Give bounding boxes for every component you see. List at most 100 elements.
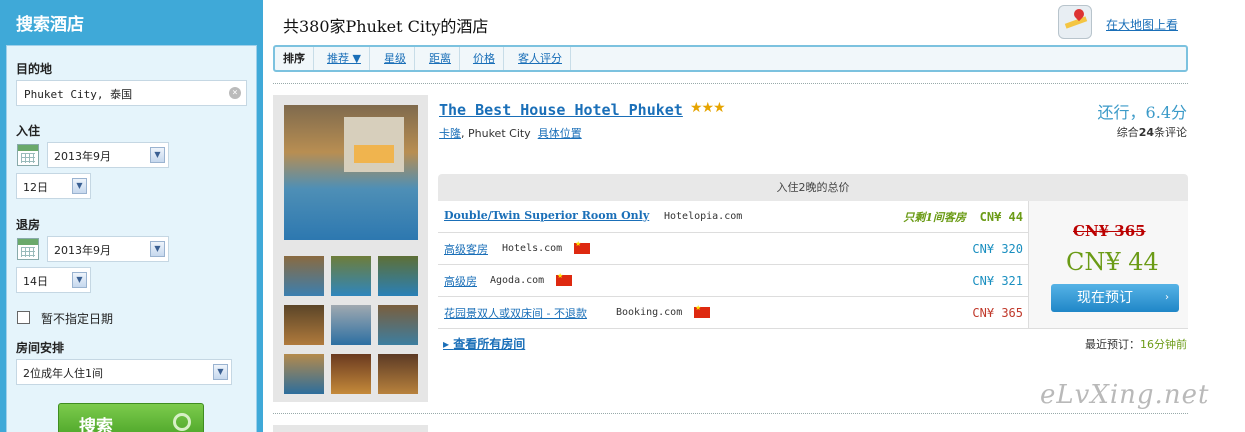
reviews-prefix: 综合 <box>1116 126 1139 139</box>
hotel-name-link[interactable]: The Best House Hotel Phuket <box>439 101 683 119</box>
room-price[interactable]: CN¥ 320 <box>972 242 1023 256</box>
search-button-label: 搜索 <box>79 417 113 432</box>
search-icon <box>173 413 191 431</box>
china-flag-icon <box>694 304 710 318</box>
price-table-header: 入住2晚的总价 <box>438 174 1188 201</box>
chevron-down-icon: ▼ <box>150 241 165 257</box>
hotel-thumbnail[interactable] <box>378 354 418 394</box>
best-price-box: CN¥ 365 CN¥ 44 现在预订 › <box>1028 201 1188 329</box>
room-price[interactable]: CN¥ 321 <box>972 274 1023 288</box>
sort-bar: 排序 推荐 ▼ 星级 距离 价格 客人评分 <box>273 45 1188 72</box>
price-row[interactable]: 高级客房 Hotels.com CN¥ 320 <box>438 233 1028 265</box>
sort-label: 排序 <box>275 47 314 70</box>
recent-booking: 最近预订：16分钟前 <box>1085 336 1187 352</box>
checkin-day-value: 12日 <box>23 181 48 194</box>
rooms-select[interactable]: 2位成年人住1间 ▼ <box>16 359 232 385</box>
rooms-label: 房间安排 <box>16 341 65 355</box>
area-link[interactable]: 卡隆 <box>439 127 461 140</box>
checkout-month-select[interactable]: 2013年9月 ▼ <box>47 236 169 262</box>
room-name-link[interactable]: 高级房 <box>444 273 477 289</box>
hotel-thumbnail[interactable] <box>378 256 418 296</box>
provider-name: Agoda.com <box>490 275 545 286</box>
sort-stars[interactable]: 星级 <box>376 47 415 70</box>
sidebar-title: 搜索酒店 <box>16 15 84 35</box>
search-sidebar: 搜索酒店 目的地 Phuket City, 泰国 × 入住 2013年9月 ▼ … <box>0 0 263 432</box>
no-dates-label: 暂不指定日期 <box>41 312 114 326</box>
clear-icon[interactable]: × <box>229 87 241 99</box>
hotel-thumbnail[interactable] <box>378 305 418 345</box>
provider-name: Hotels.com <box>502 243 563 254</box>
hotel-thumbnail[interactable] <box>331 354 371 394</box>
view-all-rooms-link[interactable]: ▸ 查看所有房间 <box>443 335 525 352</box>
page-title: 共380家Phuket City的酒店 <box>283 17 489 36</box>
reviews-number: 24 <box>1138 126 1154 139</box>
checkin-day-select[interactable]: 12日 ▼ <box>16 173 91 199</box>
hotel-main-photo[interactable] <box>284 105 418 240</box>
book-now-label: 现在预订 <box>1077 290 1133 306</box>
checkout-day-value: 14日 <box>23 275 48 288</box>
rooms-left-note: 只剩1间客房 <box>903 211 966 224</box>
rooms-value: 2位成年人住1间 <box>23 367 103 380</box>
book-now-button[interactable]: 现在预订 › <box>1051 284 1179 312</box>
hotel-thumbnail[interactable] <box>331 305 371 345</box>
chevron-down-icon: ▼ <box>72 272 87 288</box>
next-hotel-card <box>273 425 428 432</box>
watermark: eLvXing.net <box>1040 380 1210 410</box>
hotel-thumbnail[interactable] <box>284 354 324 394</box>
review-count: 综合24条评论 <box>1117 124 1187 140</box>
recent-label: 最近预订： <box>1085 338 1140 351</box>
checkin-label: 入住 <box>16 124 41 138</box>
hotel-location: 卡隆, Phuket City 具体位置 <box>439 127 582 140</box>
hotel-thumbnail[interactable] <box>284 256 324 296</box>
divider <box>273 83 1188 84</box>
hotel-photos <box>273 95 428 402</box>
search-button[interactable]: 搜索 <box>58 403 204 432</box>
chevron-down-icon: ▼ <box>150 147 165 163</box>
star-rating: ★★★ <box>690 100 726 116</box>
reviews-suffix: 条评论 <box>1154 126 1187 139</box>
chevron-right-icon: › <box>1165 292 1169 303</box>
best-price: CN¥ 44 <box>1066 248 1159 276</box>
sort-guest-rating[interactable]: 客人评分 <box>510 47 571 70</box>
city-name: Phuket City <box>468 127 531 140</box>
checkin-month-value: 2013年9月 <box>54 150 111 163</box>
checkout-month-value: 2013年9月 <box>54 244 111 257</box>
checkin-calendar-icon[interactable] <box>17 144 39 166</box>
sort-recommended[interactable]: 推荐 ▼ <box>319 47 370 70</box>
search-form: 目的地 Phuket City, 泰国 × 入住 2013年9月 ▼ 12日 ▼… <box>6 45 257 432</box>
china-flag-icon <box>556 272 572 286</box>
checkout-day-select[interactable]: 14日 ▼ <box>16 267 91 293</box>
guest-score: 还行，6.4分 <box>1097 103 1187 122</box>
price-row[interactable]: Double/Twin Superior Room Only Hotelopia… <box>438 201 1028 233</box>
location-link[interactable]: 具体位置 <box>538 127 582 140</box>
room-name-link[interactable]: 高级客房 <box>444 241 488 257</box>
room-name-link[interactable]: 花园景双人或双床间 - 不退款 <box>444 305 587 321</box>
price-row[interactable]: 高级房 Agoda.com CN¥ 321 <box>438 265 1028 297</box>
destination-value: Phuket City, 泰国 <box>24 88 133 101</box>
chevron-down-icon: ▼ <box>72 178 87 194</box>
original-price: CN¥ 365 <box>1073 222 1146 240</box>
provider-name: Booking.com <box>616 307 683 318</box>
recent-value: 16分钟前 <box>1140 338 1187 351</box>
checkin-month-select[interactable]: 2013年9月 ▼ <box>47 142 169 168</box>
china-flag-icon <box>574 240 590 254</box>
price-row[interactable]: 花园景双人或双床间 - 不退款 Booking.com CN¥ 365 <box>438 297 1028 329</box>
room-price[interactable]: CN¥ 44 <box>980 210 1023 224</box>
hotel-thumbnail[interactable] <box>331 256 371 296</box>
sort-distance[interactable]: 距离 <box>421 47 460 70</box>
checkout-label: 退房 <box>16 218 41 232</box>
hotel-thumbnail[interactable] <box>284 305 324 345</box>
checkout-calendar-icon[interactable] <box>17 238 39 260</box>
sort-price[interactable]: 价格 <box>465 47 504 70</box>
divider <box>273 413 1188 414</box>
room-name-link[interactable]: Double/Twin Superior Room Only <box>444 209 649 222</box>
room-price[interactable]: CN¥ 365 <box>972 306 1023 320</box>
destination-label: 目的地 <box>16 62 53 76</box>
map-icon[interactable] <box>1058 5 1092 39</box>
chevron-down-icon: ▼ <box>213 364 228 380</box>
view-big-map-link[interactable]: 在大地图上看 <box>1106 16 1178 33</box>
provider-name: Hotelopia.com <box>664 211 743 222</box>
no-dates-checkbox[interactable] <box>17 311 30 324</box>
view-all-rooms-label: 查看所有房间 <box>453 337 526 351</box>
destination-input[interactable]: Phuket City, 泰国 × <box>16 80 247 106</box>
